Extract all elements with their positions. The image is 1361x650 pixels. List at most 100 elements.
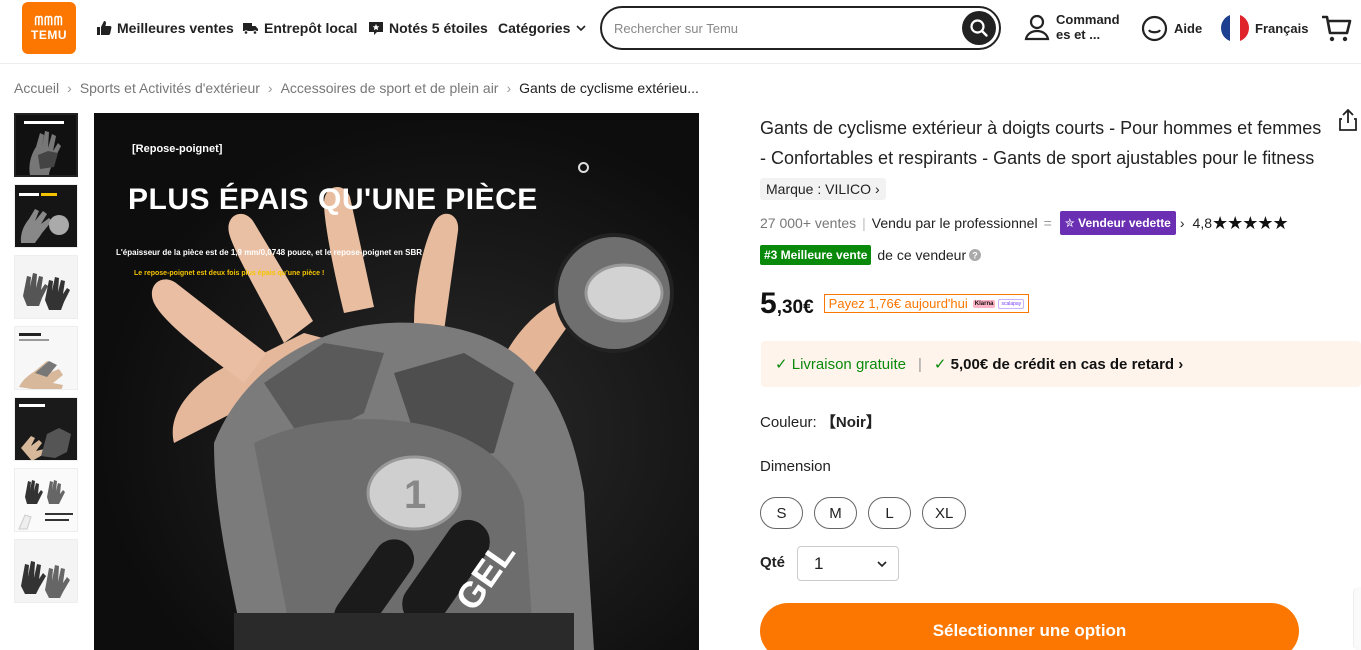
late-credit: 5,00€ de crédit en cas de retard [950,355,1175,373]
size-option-l[interactable]: L [868,497,911,529]
thumbnail-3[interactable] [14,255,78,319]
star-seller-badge[interactable]: ✮ Vendeur vedette [1059,211,1176,235]
nav-label: Meilleures ventes [117,20,234,36]
quantity-label: Qté [760,554,786,571]
shipping-banner[interactable]: ✓ Livraison gratuite | ✓ 5,00€ de crédit… [761,341,1361,387]
select-option-button[interactable]: Sélectionner une option [760,603,1299,650]
image-tag: [Repose-poignet] [132,143,223,155]
size-option-xl[interactable]: XL [922,497,967,529]
info-icon[interactable]: ? [968,248,982,262]
search-input[interactable] [614,20,944,36]
sales-stats: 27 000+ ventes | Vendu par le profession… [760,211,1289,235]
top-header: ᗰᗰᗰ TEMU Meilleures ventes Entrepôt loca… [0,0,1361,64]
pay-today-label: Payez 1,76€ aujourd'hui [828,296,968,311]
price-row: 5 ,30€ Payez 1,76€ aujourd'hui Klarna sc… [760,287,1030,321]
breadcrumb-home[interactable]: Accueil [14,80,59,96]
glove-thumbnail-image [15,327,77,389]
thumbnail-2[interactable] [14,184,78,248]
price-rest: ,30€ [776,297,814,318]
glove-thumbnail-image [15,185,77,247]
orders-label: Command es et ... [1056,12,1120,42]
best-seller-rank: #3 Meilleure vente de ce vendeur ? [760,245,982,265]
user-icon [1024,14,1050,41]
glove-thumbnail-image [15,469,77,531]
breadcrumb-separator: › [506,80,512,96]
language-label: Français [1255,20,1309,36]
side-panel-tab[interactable] [1353,587,1361,650]
thumbnail-5[interactable] [14,397,78,461]
size-options: S M L XL [760,497,977,529]
star-seller-label: Vendeur vedette [1078,216,1171,230]
sales-count: 27 000+ ventes [760,215,857,231]
cart-icon [1322,15,1352,42]
rating-stars[interactable]: ★★★★★ [1212,212,1289,234]
nav-categories[interactable]: Catégories [498,17,588,39]
size-option-s[interactable]: S [760,497,803,529]
image-caption-2: Le repose-poignet est deux fois plus épa… [134,270,325,277]
cart-button[interactable] [1320,12,1352,44]
star-chat-icon [369,22,383,35]
divider: | [862,215,866,231]
main-product-image[interactable]: GEL 1 [Repose-poignet] PLUS ÉPAIS QU'UNE… [94,113,699,650]
pay-later-box[interactable]: Payez 1,76€ aujourd'hui Klarna scalapay [823,294,1030,313]
product-title: Gants de cyclisme extérieur à doigts cou… [760,118,1322,168]
rank-suffix: de ce vendeur [877,247,967,263]
logo-mark: ᗰᗰᗰ [34,13,64,28]
temu-logo[interactable]: ᗰᗰᗰ TEMU [22,2,76,54]
breadcrumb-accessories[interactable]: Accessoires de sport et de plein air [281,80,499,96]
chevron-down-icon [576,25,586,32]
glove-thumbnail-image [16,115,76,175]
carousel-dot[interactable] [578,162,589,173]
divider: | [917,355,922,373]
nav-label: Catégories [498,20,571,36]
chevron-down-icon [877,560,887,567]
language-selector[interactable]: Français [1221,14,1308,42]
nav-five-stars[interactable]: Notés 5 étoiles [368,17,488,39]
image-title: PLUS ÉPAIS QU'UNE PIÈCE [128,183,538,216]
thumbs-up-icon [97,21,112,35]
share-icon [1339,108,1357,131]
size-option-m[interactable]: M [814,497,857,529]
chevron-right-icon: › [1179,215,1185,231]
nav-local-warehouse[interactable]: Entrepôt local [242,17,357,39]
sold-by: Vendu par le professionnel [871,215,1038,231]
orders-account[interactable]: Command es et ... [1024,12,1122,42]
size-label: Dimension [760,458,831,475]
thumbnail-6[interactable] [14,468,78,532]
check-icon: ✓ [775,356,792,373]
chevron-right-icon: › [874,181,880,197]
breadcrumb: Accueil › Sports et Activités d'extérieu… [14,80,699,96]
rating-value: 4,8 [1192,215,1212,231]
color-value: 【Noir】 [820,414,881,431]
breadcrumb-sports[interactable]: Sports et Activités d'extérieur [80,80,260,96]
equals-icon: = [1043,215,1052,231]
image-caption-1: L'épaisseur de la pièce est de 1,9 mm/0,… [116,248,423,257]
share-button[interactable] [1337,108,1359,137]
breadcrumb-separator: › [267,80,273,96]
rank-badge[interactable]: #3 Meilleure vente [760,245,872,265]
klarna-badge: Klarna [972,299,996,308]
color-row: Couleur: 【Noir】 [760,411,881,432]
coin-text: 1 [404,473,426,517]
smiley-support-icon [1141,15,1168,42]
help-link[interactable]: Aide [1141,15,1202,42]
quantity-value: 1 [814,553,824,573]
thumbnail-4[interactable] [14,326,78,390]
help-label: Aide [1174,21,1203,36]
brand-link[interactable]: Marque : VILICO › [760,178,886,200]
price-main: 5 [760,287,777,320]
color-label: Couleur: [760,414,817,431]
nav-label: Entrepôt local [264,20,358,36]
thumbnail-7[interactable] [14,539,78,603]
brand-label: Marque : VILICO [766,181,872,197]
nav-label: Notés 5 étoiles [389,20,488,36]
thumbnail-1[interactable] [14,113,78,177]
svg-text:?: ? [972,251,978,261]
glove-thumbnail-image [15,256,77,318]
nav-best-sellers[interactable]: Meilleures ventes [96,17,234,39]
quantity-select[interactable]: 1 [797,546,899,581]
check-icon: ✓ [933,356,951,373]
glove-thumbnail-image [15,398,77,460]
chevron-right-icon: › [1174,355,1184,373]
search-button[interactable] [962,11,996,45]
